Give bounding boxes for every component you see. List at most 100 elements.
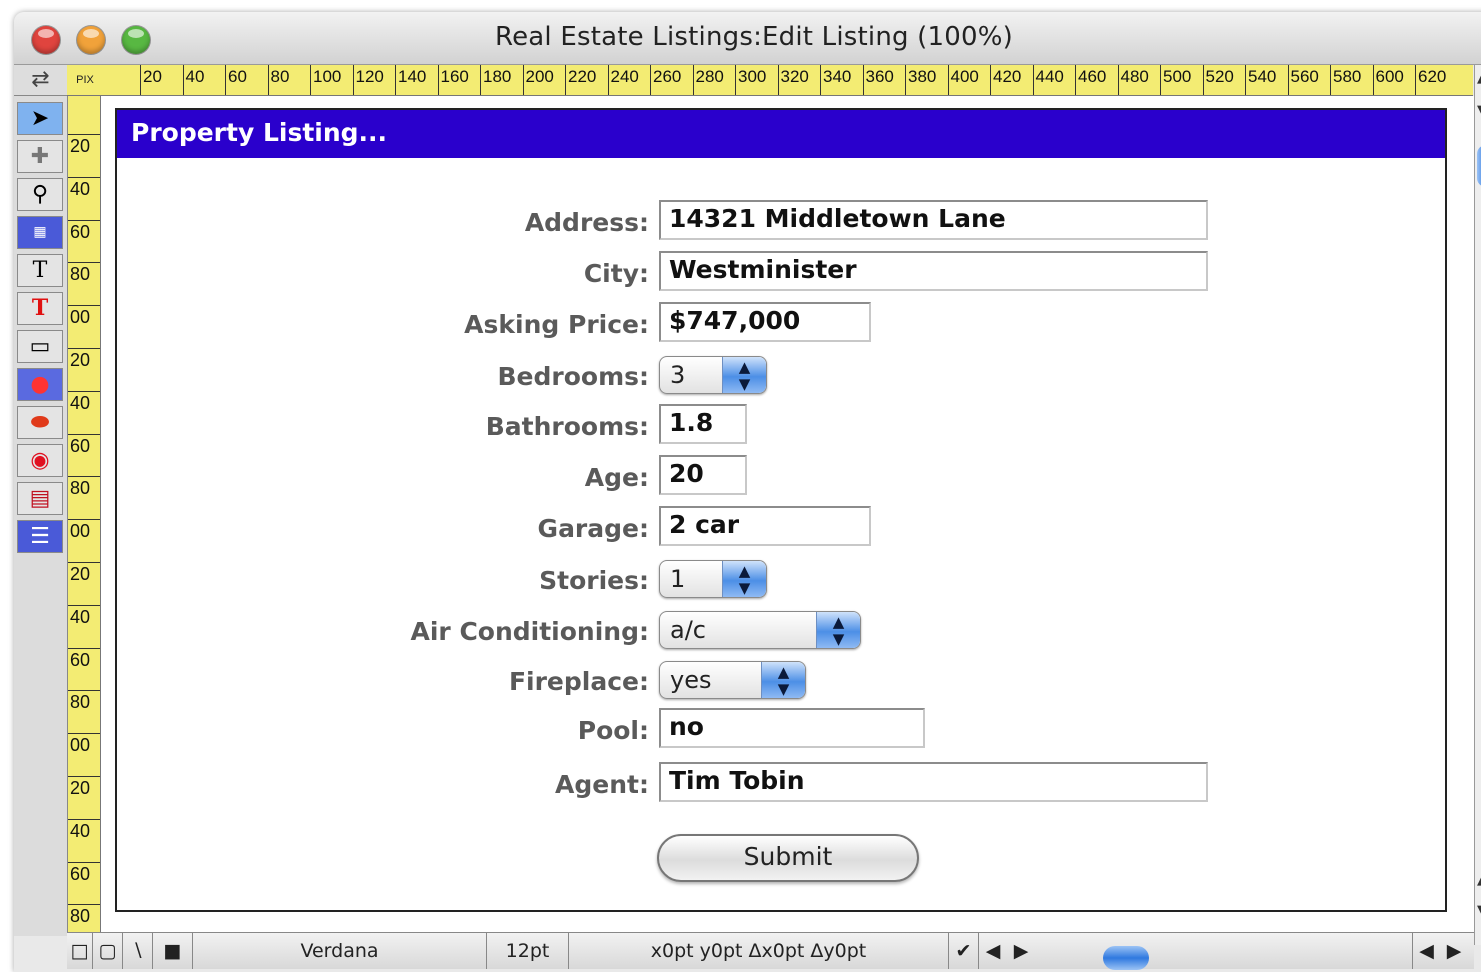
zoom-tool-icon[interactable]: ⚲ <box>17 178 63 211</box>
agent-field[interactable]: Tim Tobin <box>659 762 1208 802</box>
scroll-right-icon[interactable]: ▶ <box>1440 933 1468 969</box>
ruler-label: 40 <box>70 178 91 199</box>
popup-arrows-icon: ▲ ▼ <box>816 612 860 648</box>
ruler-tick <box>395 65 396 95</box>
ruler-tick <box>67 776 100 777</box>
age-field[interactable]: 20 <box>659 455 747 495</box>
pool-field[interactable]: no <box>659 708 925 748</box>
ruler-label: 520 <box>1205 67 1234 86</box>
stories-popup[interactable]: 1 ▲ ▼ <box>659 560 767 598</box>
ruler-tick <box>1032 65 1034 95</box>
scroll-down-icon[interactable]: ▼ <box>1477 903 1481 918</box>
ruler-label: 620 <box>1418 67 1447 86</box>
ruler-tick <box>1245 65 1246 95</box>
list-tool-icon[interactable]: ☰ <box>17 520 63 553</box>
scroll-up-icon[interactable]: ▲ <box>1477 873 1481 888</box>
ruler-label: 560 <box>1290 67 1319 86</box>
ruler-tick <box>67 562 100 563</box>
agent-label: Agent: <box>555 770 649 799</box>
ruler-label: 00 <box>70 521 91 542</box>
flash-art-tool-icon[interactable]: ● <box>17 368 63 401</box>
ruler-tick <box>67 305 100 307</box>
font-size[interactable]: 12pt <box>487 933 569 969</box>
ruler-label: 160 <box>440 67 469 86</box>
ruler-tick <box>522 65 524 95</box>
ruler-label: 20 <box>70 350 91 370</box>
push-button-tool-icon[interactable]: ⬬ <box>17 406 63 439</box>
horizontal-scroll-thumb[interactable] <box>1103 946 1149 970</box>
air-conditioning-popup[interactable]: a/c ▲ ▼ <box>659 611 861 649</box>
address-row: Address: 14321 Middletown Lane <box>117 200 1445 244</box>
scroll-right-icon[interactable]: ▶ <box>1007 933 1035 969</box>
ruler-tick <box>67 176 100 178</box>
air-conditioning-value: a/c <box>670 616 706 644</box>
title-bar[interactable]: Real Estate Listings:Edit Listing (100%) <box>14 12 1481 65</box>
ruler-tick <box>650 65 651 95</box>
ruler-tick <box>1287 65 1289 95</box>
scroll-left-icon[interactable]: ◀ <box>979 933 1007 969</box>
ruler-label: 20 <box>143 67 162 86</box>
data-cell-tool-icon[interactable]: ▦ <box>17 216 63 249</box>
ruler-tick <box>67 390 100 392</box>
ruler-unit-label[interactable]: PIX <box>67 65 104 96</box>
city-field[interactable]: Westminister <box>659 251 1208 291</box>
bathrooms-field[interactable]: 1.8 <box>659 404 747 444</box>
radio-button-tool-icon[interactable]: ◉ <box>17 444 63 477</box>
text-tool-icon[interactable]: T <box>17 254 63 287</box>
ruler-tick <box>67 604 100 606</box>
ruler-label: 220 <box>568 67 597 86</box>
ruler-tick <box>67 818 100 820</box>
horizontal-ruler: 20 40 60 80 100 120 140 160 180 200 220 240 260 280 30… <box>103 65 1473 96</box>
bedrooms-row: Bedrooms: 3 ▲ ▼ <box>117 356 1445 400</box>
tool-palette-toggle-icon[interactable]: ⇄ <box>14 65 68 96</box>
ruler-label: 80 <box>70 478 91 499</box>
stories-value: 1 <box>670 565 686 593</box>
ruler-tick <box>1075 65 1076 95</box>
ruler-tick <box>67 690 100 692</box>
scroll-down-icon[interactable]: ▼ <box>1477 103 1481 118</box>
fireplace-value: yes <box>670 666 712 694</box>
ruler-label: 00 <box>70 307 91 328</box>
garage-label: Garage: <box>537 514 649 543</box>
ruler-label: 240 <box>610 67 639 86</box>
ruler-tick <box>67 433 100 435</box>
submit-button[interactable]: Submit <box>657 834 919 882</box>
address-field[interactable]: 14321 Middletown Lane <box>659 200 1208 240</box>
line-style-icon[interactable]: ∖ <box>123 933 153 969</box>
text-display-tool-icon[interactable]: T <box>17 292 63 325</box>
ruler-tick <box>607 65 609 95</box>
ruler-tick <box>1372 65 1374 95</box>
scroll-left-icon[interactable]: ◀ <box>1412 933 1440 969</box>
asking-price-field[interactable]: $747,000 <box>659 302 871 342</box>
ruler-label: 600 <box>1375 67 1404 86</box>
editor-window: Real Estate Listings:Edit Listing (100%)… <box>14 12 1481 972</box>
ruler-tick <box>692 65 694 95</box>
color-swatch-icon[interactable]: ■ <box>153 933 193 969</box>
ruler-label: 180 <box>483 67 512 86</box>
popup-menu-tool-icon[interactable]: ▤ <box>17 482 63 515</box>
garage-row: Garage: 2 car <box>117 506 1445 550</box>
fireplace-label: Fireplace: <box>508 667 649 696</box>
vertical-scrollbar[interactable]: ▲ ▼ ▲ ▼ <box>1474 65 1481 945</box>
scroll-up-icon[interactable]: ▲ <box>1477 71 1481 86</box>
ruler-label: 40 <box>185 67 205 86</box>
address-label: Address: <box>524 208 649 237</box>
check-icon[interactable]: ✔ <box>949 933 979 969</box>
pointer-tool-icon[interactable]: ➤ <box>17 102 63 135</box>
vertical-scroll-thumb[interactable] <box>1477 145 1481 187</box>
line-tool-icon[interactable]: ▢ <box>93 933 123 969</box>
font-name[interactable]: Verdana <box>193 933 487 969</box>
ruler-label: 60 <box>70 649 91 670</box>
fill-pattern-icon[interactable]: □ <box>67 933 93 969</box>
crosshair-tool-icon[interactable]: ✚ <box>17 140 63 173</box>
ruler-label: 120 <box>355 67 384 86</box>
ruler-tick <box>905 65 906 95</box>
ruler-label: 60 <box>228 67 247 86</box>
ruler-tick <box>267 65 269 95</box>
rectangle-tool-icon[interactable]: ▭ <box>17 330 63 363</box>
garage-field[interactable]: 2 car <box>659 506 871 546</box>
fireplace-popup[interactable]: yes ▲ ▼ <box>659 661 806 699</box>
bedrooms-popup[interactable]: 3 ▲ ▼ <box>659 356 767 394</box>
stories-label: Stories: <box>539 566 649 595</box>
ruler-tick <box>140 65 141 95</box>
